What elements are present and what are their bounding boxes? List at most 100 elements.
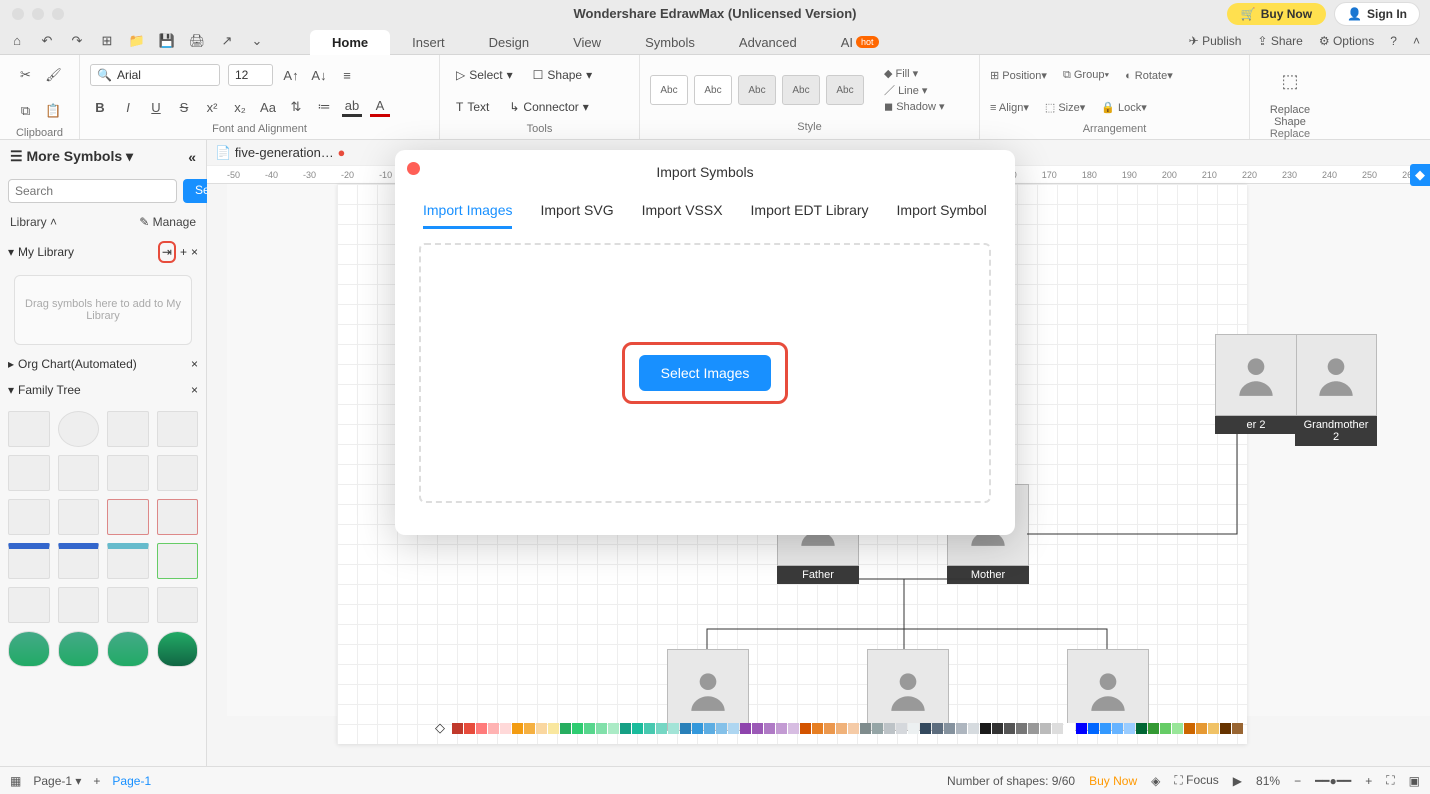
bold-icon[interactable]: B	[90, 97, 110, 117]
color-swatch[interactable]	[956, 723, 967, 734]
color-swatch[interactable]	[944, 723, 955, 734]
manage-button[interactable]: ✎ Manage	[139, 215, 196, 229]
zoom-level[interactable]: 81%	[1256, 774, 1280, 788]
group-button[interactable]: ⧉ Group▾	[1063, 69, 1109, 82]
more-icon[interactable]: ⌄	[248, 32, 266, 50]
shape-thumb[interactable]	[8, 587, 50, 623]
color-swatch[interactable]	[656, 723, 667, 734]
color-swatch[interactable]	[860, 723, 871, 734]
tab-import-images[interactable]: Import Images	[423, 202, 512, 229]
collapse-ribbon-icon[interactable]: ˄	[1413, 34, 1420, 48]
color-swatch[interactable]	[896, 723, 907, 734]
window-controls[interactable]	[12, 8, 64, 20]
close-icon[interactable]: ×	[191, 383, 198, 397]
chevron-down-icon[interactable]: ▾	[8, 245, 14, 259]
align-button[interactable]: ≡ Align▾	[990, 101, 1029, 114]
format-painter-icon[interactable]: 🖌	[44, 65, 64, 85]
highlight-icon[interactable]: ab	[342, 97, 362, 117]
color-swatch[interactable]	[788, 723, 799, 734]
color-swatch[interactable]	[644, 723, 655, 734]
buy-now-button[interactable]: 🛒 Buy Now	[1227, 3, 1326, 25]
connector-tool[interactable]: ↳ Connector ▾	[503, 97, 594, 117]
tab-view[interactable]: View	[551, 30, 623, 55]
shape-thumb[interactable]	[8, 411, 50, 447]
shape-thumb[interactable]	[107, 455, 149, 491]
close-library-icon[interactable]: ×	[191, 245, 198, 259]
add-library-icon[interactable]: +	[180, 245, 187, 259]
color-swatch[interactable]	[620, 723, 631, 734]
tab-advanced[interactable]: Advanced	[717, 30, 819, 55]
page-select[interactable]: Page-1 ▾	[33, 774, 81, 788]
shape-thumb[interactable]	[107, 411, 149, 447]
page-layout-icon[interactable]: ▦	[10, 774, 21, 788]
sign-in-button[interactable]: 👤 Sign In	[1334, 2, 1420, 26]
shape-thumb[interactable]	[107, 543, 149, 579]
buy-now-link[interactable]: Buy Now	[1089, 774, 1137, 788]
copy-icon[interactable]: ⧉	[16, 101, 36, 121]
close-icon[interactable]: ×	[191, 357, 198, 371]
color-swatch[interactable]	[908, 723, 919, 734]
chevron-down-icon[interactable]: ▾	[8, 383, 14, 397]
select-tool[interactable]: ▷ Select ▾	[450, 65, 519, 85]
color-swatch[interactable]	[548, 723, 559, 734]
shape-thumb[interactable]	[58, 543, 100, 579]
color-swatch[interactable]	[728, 723, 739, 734]
color-swatch[interactable]	[1052, 723, 1063, 734]
new-icon[interactable]: ⊞	[98, 32, 116, 50]
tree-shape-thumb[interactable]	[157, 631, 199, 667]
replace-shape-button[interactable]: ⬚ Replace Shape	[1260, 59, 1320, 128]
color-swatch[interactable]	[716, 723, 727, 734]
shape-thumb[interactable]	[8, 543, 50, 579]
shape-thumb[interactable]	[107, 499, 149, 535]
options-button[interactable]: ⚙ Options	[1319, 34, 1374, 48]
color-swatch[interactable]	[980, 723, 991, 734]
cut-icon[interactable]: ✂	[16, 65, 36, 85]
shape-thumb[interactable]	[157, 411, 199, 447]
shape-thumb[interactable]	[157, 499, 199, 535]
shape-thumb[interactable]	[8, 455, 50, 491]
undo-icon[interactable]: ↶	[38, 32, 56, 50]
shape-thumb[interactable]	[58, 411, 100, 447]
list-icon[interactable]: ≔	[314, 97, 334, 117]
color-swatch[interactable]	[764, 723, 775, 734]
person-node[interactable]	[1215, 334, 1297, 416]
color-swatch[interactable]	[608, 723, 619, 734]
increase-font-icon[interactable]: A↑	[281, 65, 301, 85]
close-modal-icon[interactable]	[407, 162, 420, 175]
tab-home[interactable]: Home	[310, 30, 390, 55]
color-swatch[interactable]	[1172, 723, 1183, 734]
color-swatch[interactable]	[932, 723, 943, 734]
shape-thumb[interactable]	[157, 455, 199, 491]
decrease-font-icon[interactable]: A↓	[309, 65, 329, 85]
shape-thumb[interactable]	[157, 587, 199, 623]
color-swatch[interactable]	[872, 723, 883, 734]
fullscreen-icon[interactable]: ⛶	[1386, 773, 1394, 788]
color-swatch[interactable]	[1088, 723, 1099, 734]
shape-tool[interactable]: ☐ Shape ▾	[527, 65, 599, 85]
color-swatch[interactable]	[680, 723, 691, 734]
sidebar-title[interactable]: ☰ More Symbols ▾	[10, 148, 133, 165]
rotate-button[interactable]: ◐ Rotate▾	[1125, 69, 1173, 82]
doc-tab[interactable]: 📄 five-generation… ●	[215, 145, 345, 161]
right-panel-toggle[interactable]: ◆	[1410, 164, 1430, 186]
color-swatch[interactable]	[464, 723, 475, 734]
fit-icon[interactable]: ▣	[1409, 774, 1420, 788]
color-swatch[interactable]	[500, 723, 511, 734]
tab-design[interactable]: Design	[467, 30, 551, 55]
tab-ai[interactable]: AIhot	[819, 30, 901, 55]
spacing-icon[interactable]: ⇅	[286, 97, 306, 117]
line-button[interactable]: ／ Line ▾	[884, 82, 945, 98]
color-swatch[interactable]	[1184, 723, 1195, 734]
shape-thumb[interactable]	[8, 499, 50, 535]
fill-button[interactable]: ◆ Fill ▾	[884, 67, 945, 80]
color-swatch[interactable]	[524, 723, 535, 734]
library-drop-zone[interactable]: Drag symbols here to add to My Library	[14, 275, 192, 345]
import-drop-zone[interactable]: Select Images	[419, 243, 991, 503]
color-swatch[interactable]	[776, 723, 787, 734]
import-library-icon[interactable]: ⇥	[158, 241, 176, 263]
export-icon[interactable]: ↗	[218, 32, 236, 50]
shadow-button[interactable]: ◼ Shadow ▾	[884, 100, 945, 113]
color-swatch[interactable]	[1076, 723, 1087, 734]
color-swatch[interactable]	[920, 723, 931, 734]
color-swatch[interactable]	[572, 723, 583, 734]
